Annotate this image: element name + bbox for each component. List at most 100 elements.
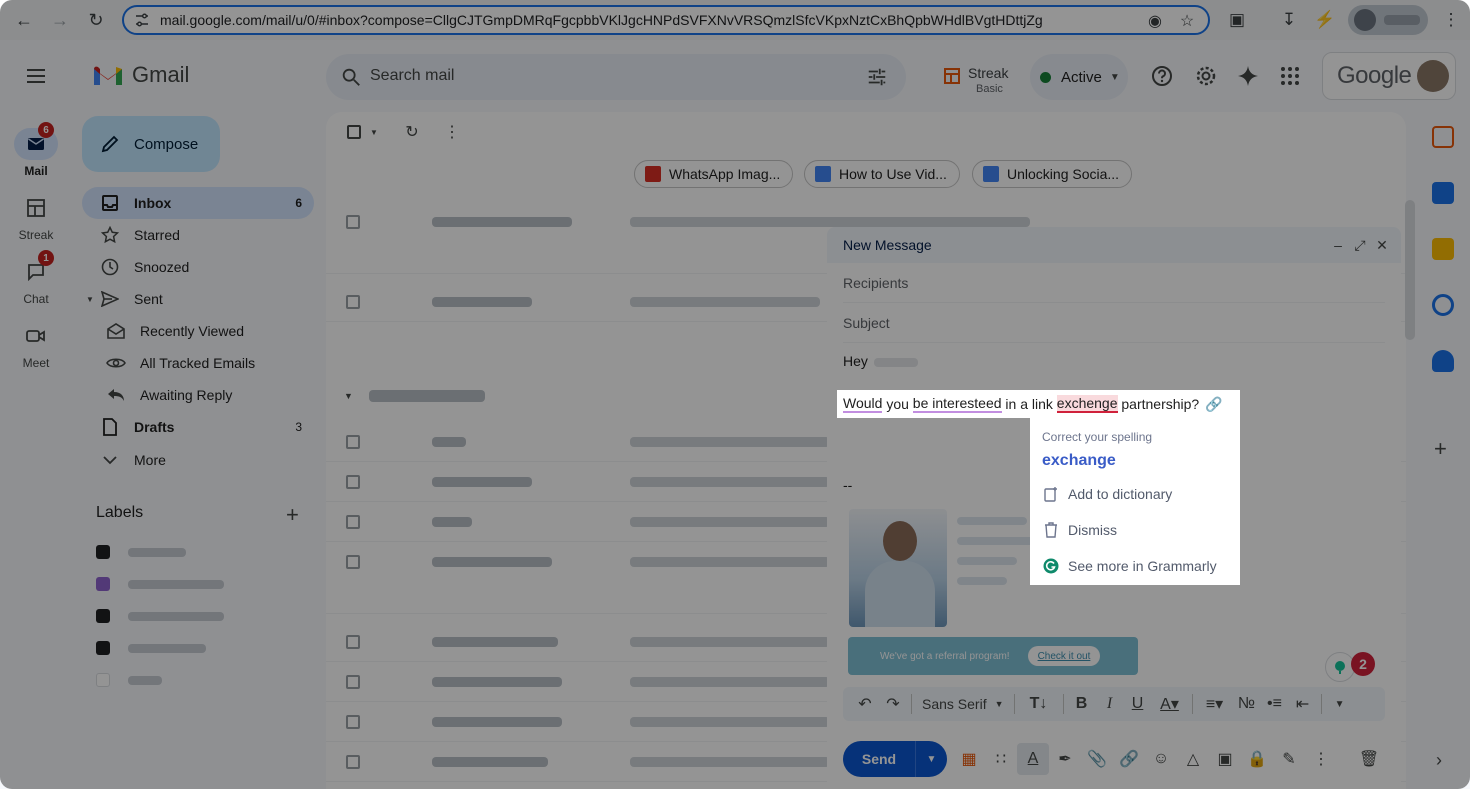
refresh-icon[interactable]: ↻ [402, 122, 422, 142]
folder-sent[interactable]: ▼ Sent [82, 283, 314, 315]
streak-button[interactable]: Streak Basic [944, 66, 1008, 95]
row-checkbox[interactable] [346, 515, 360, 529]
see-more-grammarly-button[interactable]: See more in Grammarly [1042, 548, 1228, 584]
close-icon[interactable]: ✕ [1375, 236, 1389, 254]
row-checkbox[interactable] [346, 475, 360, 489]
subject-field[interactable]: Subject [843, 303, 1385, 343]
rail-item-mail[interactable]: 6 Mail [14, 122, 58, 178]
row-checkbox[interactable] [346, 755, 360, 769]
compose-button[interactable]: Compose [82, 116, 220, 172]
highlighted-sentence[interactable]: Would you be interesteed in a link exche… [837, 390, 1240, 418]
extensions-icon[interactable]: ▣ [1226, 9, 1248, 31]
discard-trash-icon[interactable]: 🗑 [1353, 743, 1385, 775]
folder-recently-viewed[interactable]: Recently Viewed [82, 315, 314, 347]
calendar-icon[interactable] [1432, 182, 1454, 204]
gemini-sparkle-icon[interactable] [1236, 64, 1260, 88]
undo-icon[interactable]: ↶ [851, 690, 879, 718]
attach-paperclip-icon[interactable]: 📎 [1081, 743, 1113, 775]
folder-all-tracked[interactable]: All Tracked Emails [82, 347, 314, 379]
align-icon[interactable]: ≡▾ [1197, 690, 1233, 718]
attachment-chip[interactable]: Unlocking Socia... [972, 160, 1133, 188]
label-item[interactable] [96, 574, 224, 594]
settings-gear-icon[interactable] [1194, 64, 1218, 88]
select-caret-icon[interactable]: ▼ [364, 122, 384, 142]
more-vertical-icon[interactable]: ⋮ [442, 122, 462, 142]
apps-grid-icon[interactable] [1278, 64, 1302, 88]
chevron-right-icon[interactable]: › [1436, 750, 1442, 771]
browser-menu-icon[interactable]: ⋮ [1440, 9, 1462, 31]
send-button[interactable]: Send [843, 741, 915, 777]
bulleted-list-icon[interactable]: •≡ [1261, 690, 1289, 718]
formatting-options-icon[interactable]: A [1017, 743, 1049, 775]
bold-icon[interactable]: B [1068, 690, 1096, 718]
rail-item-meet[interactable]: Meet [14, 320, 58, 370]
row-checkbox[interactable] [346, 215, 360, 229]
back-arrow-icon[interactable]: ← [12, 8, 36, 32]
row-checkbox[interactable] [346, 675, 360, 689]
magic-pen-icon[interactable]: ✒ [1049, 743, 1081, 775]
folder-inbox[interactable]: Inbox 6 [82, 187, 314, 219]
emoji-icon[interactable]: ☺ [1145, 743, 1177, 775]
folder-starred[interactable]: Starred [82, 219, 314, 251]
gmail-logo[interactable]: Gmail [92, 62, 189, 88]
search-bar[interactable]: Search mail [326, 54, 906, 100]
row-checkbox[interactable] [346, 715, 360, 729]
redo-icon[interactable]: ↷ [879, 690, 907, 718]
referral-banner[interactable]: We've got a referral program! Check it o… [848, 637, 1138, 675]
collapse-caret-icon[interactable]: ▼ [86, 295, 94, 304]
select-all-checkbox[interactable] [344, 122, 364, 142]
confidential-lock-icon[interactable]: 🔒 [1241, 743, 1273, 775]
row-checkbox[interactable] [346, 635, 360, 649]
dismiss-button[interactable]: Dismiss [1042, 512, 1228, 548]
underlined-word[interactable]: Would [843, 395, 883, 413]
rail-item-chat[interactable]: 1 Chat [14, 250, 58, 306]
link-chain-icon[interactable]: 🔗 [1205, 396, 1222, 413]
folder-awaiting-reply[interactable]: Awaiting Reply [82, 379, 314, 411]
schedule-send-caret-icon[interactable]: ▼ [915, 741, 947, 777]
more-options-icon[interactable]: ⋮ [1305, 743, 1337, 775]
italic-icon[interactable]: I [1096, 690, 1124, 718]
folder-more[interactable]: More [82, 444, 314, 476]
search-options-icon[interactable] [866, 66, 888, 88]
attachment-chip[interactable]: How to Use Vid... [804, 160, 960, 188]
signature-pen-icon[interactable]: ✎ [1273, 743, 1305, 775]
folder-snoozed[interactable]: Snoozed [82, 251, 314, 283]
label-item[interactable] [96, 638, 206, 658]
underline-icon[interactable]: U [1124, 690, 1152, 718]
font-selector[interactable]: Sans Serif ▼ [922, 696, 1004, 712]
row-checkbox[interactable] [346, 295, 360, 309]
text-size-icon[interactable]: T↓ [1019, 690, 1059, 718]
section-header[interactable]: ▼ [344, 390, 485, 402]
grammarly-count-badge[interactable]: 2 [1351, 652, 1375, 676]
site-settings-icon[interactable] [134, 12, 150, 28]
label-item[interactable] [96, 542, 186, 562]
row-checkbox[interactable] [346, 555, 360, 569]
bookmark-star-icon[interactable]: ☆ [1178, 12, 1196, 30]
reload-icon[interactable]: ↻ [84, 8, 108, 32]
misspelled-phrase[interactable]: be interesteed [912, 395, 1002, 413]
attachment-chip[interactable]: WhatsApp Imag... [634, 160, 794, 188]
minimize-icon[interactable]: – [1331, 236, 1345, 254]
performance-icon[interactable]: ⚡ [1314, 9, 1336, 31]
recipients-field[interactable]: Recipients [843, 263, 1385, 303]
help-icon[interactable] [1150, 64, 1174, 88]
misspelled-word[interactable]: exchenge [1056, 395, 1118, 413]
main-menu-icon[interactable] [24, 66, 48, 86]
rail-item-streak[interactable]: Streak [14, 192, 58, 242]
apps-grid-icon[interactable]: ∷ [985, 743, 1017, 775]
search-input[interactable]: Search mail [370, 67, 454, 85]
browser-profile-button[interactable] [1348, 5, 1428, 35]
drive-icon[interactable]: △ [1177, 743, 1209, 775]
indent-less-icon[interactable]: ⇤ [1289, 690, 1317, 718]
tasks-icon[interactable] [1432, 294, 1454, 316]
lens-icon[interactable]: ◉ [1146, 12, 1164, 30]
expand-icon[interactable]: ⤢ [1353, 236, 1367, 254]
numbered-list-icon[interactable]: № [1233, 690, 1261, 718]
google-account-button[interactable]: Google [1322, 52, 1456, 100]
keep-icon[interactable] [1432, 238, 1454, 260]
address-bar[interactable]: mail.google.com/mail/u/0/#inbox?compose=… [122, 5, 1210, 35]
forward-arrow-icon[interactable]: → [48, 8, 72, 32]
text-color-icon[interactable]: A▾ [1152, 690, 1188, 718]
compose-header[interactable]: New Message – ⤢ ✕ [827, 227, 1401, 263]
compose-body[interactable]: Hey [827, 343, 1401, 369]
